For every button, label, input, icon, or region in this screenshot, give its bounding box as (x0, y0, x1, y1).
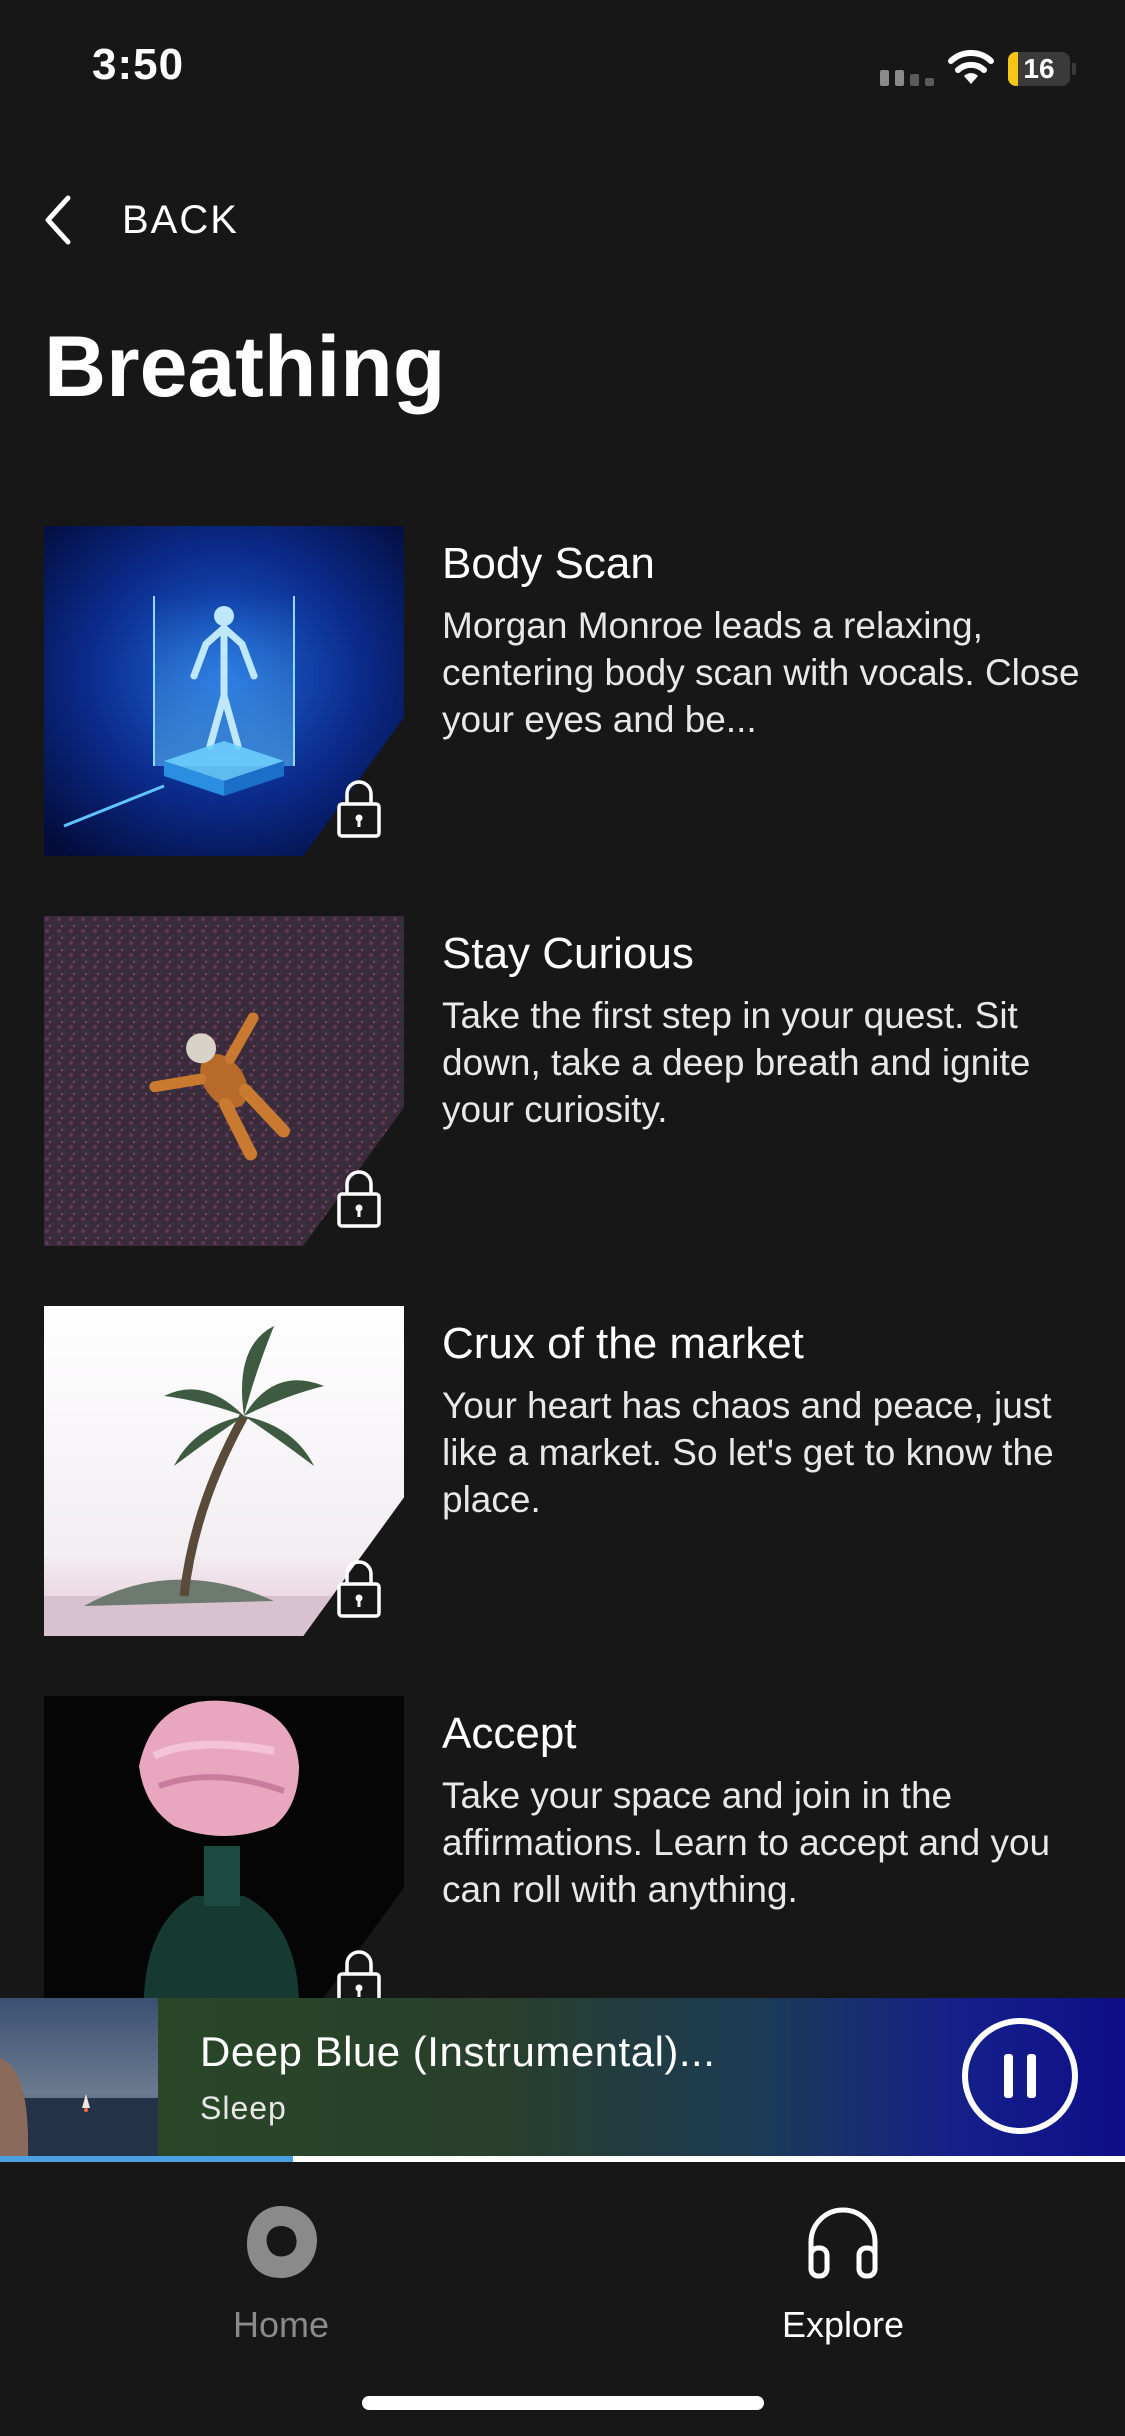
item-description: Take the first step in your quest. Sit d… (442, 995, 1031, 1130)
tab-home[interactable]: Home (131, 2202, 431, 2346)
page-title: Breathing (44, 319, 446, 415)
player-artwork (0, 1998, 158, 2156)
back-button[interactable]: BACK (38, 190, 239, 250)
status-time: 3:50 (92, 40, 185, 89)
item-description: Take your space and join in the affirmat… (442, 1775, 1051, 1910)
item-title: Accept (442, 1709, 577, 1758)
battery-level: 16 (1023, 53, 1055, 84)
pause-button[interactable] (960, 2016, 1080, 2136)
tab-explore[interactable]: Explore (693, 2202, 993, 2346)
lock-icon (337, 1170, 381, 1228)
chevron-left-icon (45, 195, 71, 245)
tab-label: Explore (781, 2304, 905, 2345)
item-title: Stay Curious (442, 929, 694, 978)
list-item[interactable]: Stay Curious Take the first step in your… (44, 916, 1084, 1246)
list-item[interactable]: Crux of the market Your heart has chaos … (44, 1306, 1084, 1636)
lock-icon (337, 1560, 381, 1618)
tab-label: Home (232, 2304, 330, 2345)
player-subtitle: Sleep (200, 2090, 287, 2126)
back-label: BACK (122, 197, 239, 242)
player-title: Deep Blue (Instrumental)... (200, 2028, 716, 2075)
session-list: Body Scan Morgan Monroe leads a relaxing… (44, 526, 1084, 2086)
list-item[interactable]: Body Scan Morgan Monroe leads a relaxing… (44, 526, 1084, 856)
item-title: Body Scan (442, 539, 655, 588)
item-description: Morgan Monroe leads a relaxing, centerin… (442, 605, 1080, 740)
battery-icon: 16 (1008, 52, 1076, 86)
lock-icon (337, 780, 381, 838)
list-item[interactable]: Accept Take your space and join in the a… (44, 1696, 1084, 2026)
item-description: Your heart has chaos and peace, just lik… (442, 1385, 1054, 1520)
home-blob-icon (247, 2206, 317, 2278)
mini-player[interactable]: Deep Blue (Instrumental)... Sleep (0, 1998, 1125, 2156)
cellular-signal-icon (880, 70, 934, 86)
status-bar: 3:50 16 (0, 0, 1125, 140)
home-indicator[interactable] (362, 2396, 764, 2410)
tab-bar: Home Explore (0, 2162, 1125, 2436)
wifi-icon (948, 50, 994, 84)
headphones-icon (808, 2207, 878, 2279)
item-title: Crux of the market (442, 1319, 804, 1368)
